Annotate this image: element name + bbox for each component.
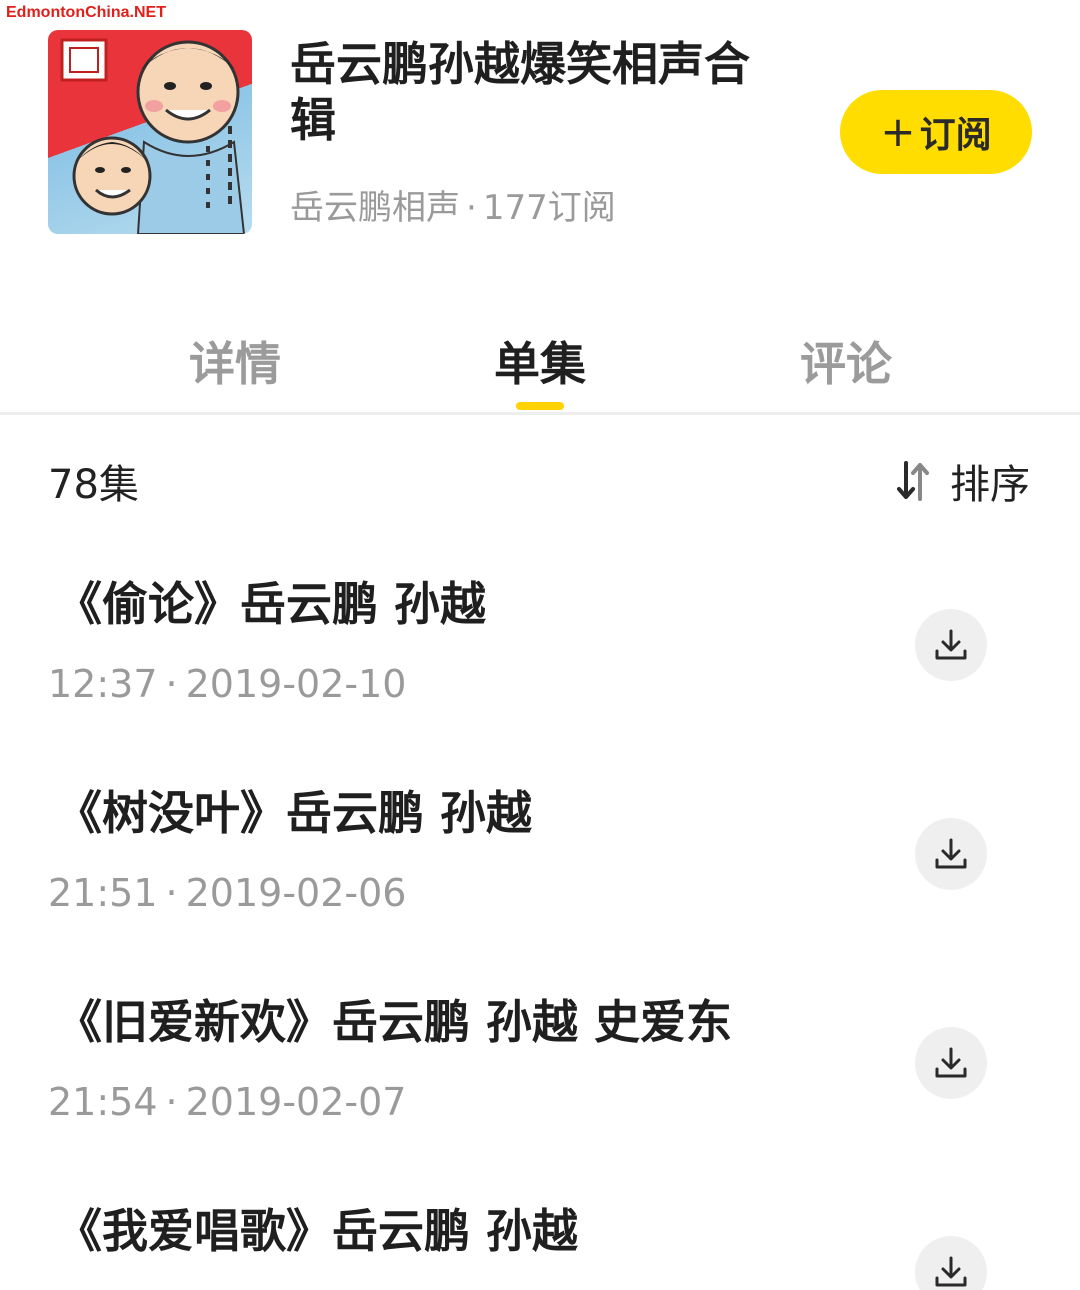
episode-item[interactable]: 《旧爱新欢》岳云鹏 孙越 史爱东 21:54 · 2019-02-07: [0, 992, 1080, 1201]
subscribe-label: 订阅: [919, 115, 992, 156]
download-icon: [935, 838, 967, 869]
episode-date: 2019-02-07: [185, 1080, 407, 1124]
episode-duration: 21:54: [48, 1080, 158, 1124]
episode-meta: 21:54 · 2019-02-07: [48, 1078, 406, 1126]
active-tab-indicator: [516, 402, 564, 410]
episode-date: 2019-02-06: [185, 871, 407, 915]
meta-separator: ·: [165, 662, 178, 706]
episode-meta: 21:51 · 2019-02-06: [48, 869, 406, 917]
episode-title: 《我爱唱歌》岳云鹏 孙越: [56, 1204, 579, 1258]
plus-icon: +: [880, 107, 916, 156]
cartoon-comedians-icon: [60, 38, 246, 234]
download-icon: [935, 629, 967, 660]
download-button[interactable]: [915, 818, 987, 890]
episode-duration: 21:51: [48, 871, 158, 915]
album-author[interactable]: 岳云鹏相声: [290, 188, 460, 228]
episode-item[interactable]: 《我爱唱歌》岳云鹏 孙越: [0, 1201, 1080, 1290]
subscribe-button[interactable]: + 订阅: [840, 90, 1032, 174]
episode-item[interactable]: 《树没叶》岳云鹏 孙越 21:51 · 2019-02-06: [0, 783, 1080, 992]
download-icon: [935, 1256, 967, 1287]
download-icon: [935, 1047, 967, 1078]
tab-comments[interactable]: 评论: [746, 328, 946, 394]
tab-details[interactable]: 详情: [135, 328, 335, 394]
meta-separator: ·: [165, 871, 178, 915]
episode-title: 《偷论》岳云鹏 孙越: [56, 577, 487, 631]
download-button[interactable]: [915, 1027, 987, 1099]
episode-title: 《树没叶》岳云鹏 孙越: [56, 786, 533, 840]
subscriber-count: 177订阅: [482, 188, 616, 228]
episode-item[interactable]: 《偷论》岳云鹏 孙越 12:37 · 2019-02-10: [0, 574, 1080, 783]
album-meta: 岳云鹏相声 · 177订阅: [290, 186, 616, 230]
episode-title: 《旧爱新欢》岳云鹏 孙越 史爱东: [56, 995, 733, 1049]
album-title: 岳云鹏孙越爆笑相声合辑: [290, 37, 750, 147]
episode-count: 78集: [48, 462, 139, 508]
episode-date: 2019-02-10: [185, 662, 407, 706]
tab-episodes[interactable]: 单集: [440, 328, 640, 394]
album-header: 岳云鹏孙越爆笑相声合辑 岳云鹏相声 · 177订阅 + 订阅: [0, 0, 1080, 260]
episode-list-header: 78集 排序: [0, 440, 1080, 520]
meta-separator: ·: [466, 188, 477, 228]
episode-duration: 12:37: [48, 662, 158, 706]
episode-meta: 12:37 · 2019-02-10: [48, 660, 406, 708]
meta-separator: ·: [165, 1080, 178, 1124]
download-button[interactable]: [915, 609, 987, 681]
sort-label: 排序: [950, 462, 1030, 508]
tab-bar: 详情 单集 评论: [0, 320, 1080, 415]
sort-arrows-icon: [897, 461, 929, 501]
download-button[interactable]: [915, 1236, 987, 1290]
album-cover-image: [48, 30, 252, 234]
sort-button[interactable]: 排序: [896, 452, 1030, 510]
